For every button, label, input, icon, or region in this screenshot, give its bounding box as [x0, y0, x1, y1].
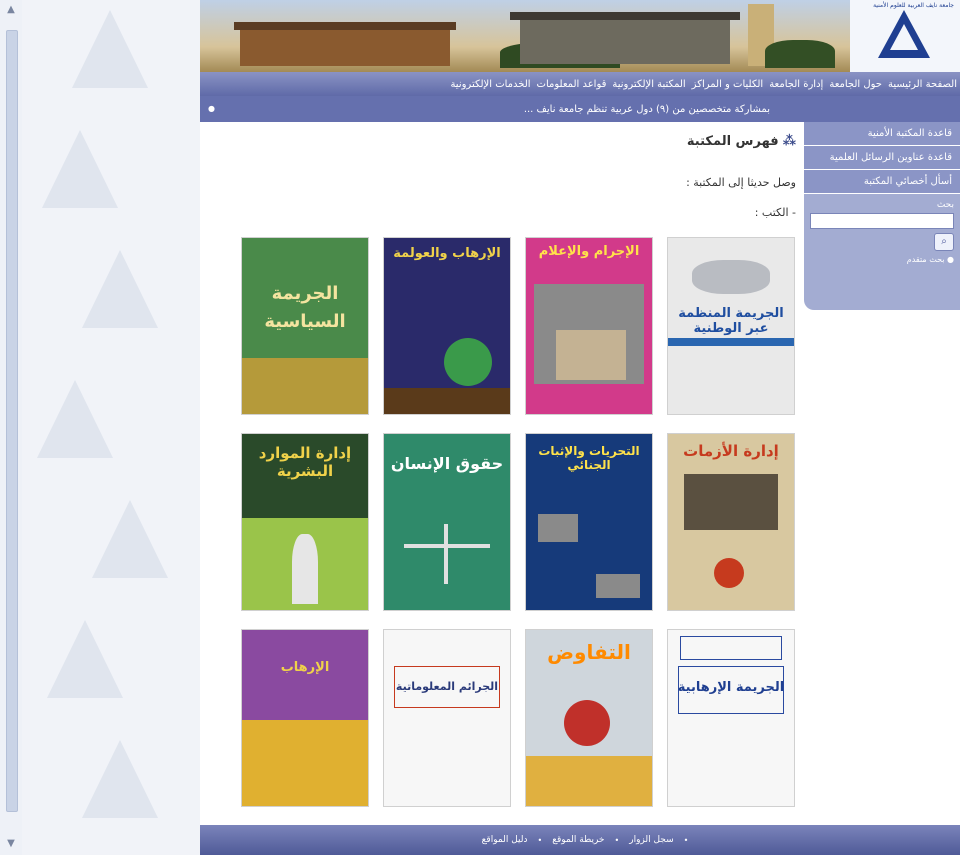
- search-input[interactable]: [810, 212, 954, 229]
- nav-item-home[interactable]: الصفحة الرئيسية: [885, 79, 960, 90]
- book-cover[interactable]: الجريمة الإرهابية: [668, 630, 794, 806]
- book-cover[interactable]: الإجرام والإعلام: [526, 238, 652, 414]
- page-title: ⁂فهرس المكتبة: [687, 134, 796, 149]
- book-title: الإرهاب والعولمة: [393, 246, 501, 261]
- sidebar-item-ask-librarian[interactable]: أسأل أخصائي المكتبة: [804, 170, 960, 194]
- bullet-icon: ●: [208, 104, 215, 113]
- header-banner: جامعة نايف العربية للعلوم الأمنية: [200, 0, 960, 72]
- book-cover[interactable]: الجريمة السياسية: [242, 238, 368, 414]
- book-title: الجريمة السياسية: [264, 283, 346, 332]
- logo[interactable]: جامعة نايف العربية للعلوم الأمنية: [850, 0, 960, 72]
- book-title: الإرهاب: [280, 660, 330, 675]
- book-title: الجريمة المنظمة عبر الوطنية: [678, 306, 784, 336]
- book-title: التحريات والإثبات الجنائي: [538, 444, 640, 472]
- book-cover[interactable]: إدارة الأزمات: [668, 434, 794, 610]
- logo-text: جامعة نايف العربية للعلوم الأمنية: [873, 2, 954, 9]
- book-cover[interactable]: الإرهاب: [242, 630, 368, 806]
- nav-item-about[interactable]: حول الجامعة: [826, 79, 885, 90]
- bullet-icon: •: [537, 835, 543, 845]
- books-label: - الكتب :: [754, 206, 796, 219]
- advanced-search-label: بحث متقدم: [906, 255, 945, 264]
- footer-link-directory[interactable]: دليل المواقع: [482, 835, 528, 845]
- building-image: [510, 12, 740, 64]
- book-title: الإجرام والإعلام: [538, 244, 640, 259]
- main-content: ⁂فهرس المكتبة وصل حديثا إلى المكتبة : - …: [200, 122, 804, 825]
- book-cover[interactable]: التفاوض: [526, 630, 652, 806]
- search-icon[interactable]: ⌕: [934, 233, 954, 251]
- book-title: إدارة الأزمات: [683, 442, 779, 460]
- scrollbar[interactable]: ▲ ▼: [0, 0, 23, 855]
- bullet-icon: •: [614, 835, 620, 845]
- building-image: [234, 22, 456, 66]
- advanced-search-link[interactable]: ● بحث متقدم: [810, 255, 954, 264]
- nav-item-administration[interactable]: إدارة الجامعة: [766, 79, 826, 90]
- nav-item-eservices[interactable]: الخدمات الإلكترونية: [447, 79, 533, 90]
- share-icon: ⁂: [782, 134, 796, 149]
- nav-item-databases[interactable]: قواعد المعلومات: [534, 79, 610, 90]
- footer-link-sitemap[interactable]: خريطة الموقع: [552, 835, 604, 845]
- sidebar: قاعدة المكتبة الأمنية قاعدة عناوين الرسا…: [804, 122, 960, 310]
- trees-image: [765, 40, 835, 68]
- bullet-icon: •: [683, 835, 689, 845]
- book-title: الجريمة الإرهابية: [677, 680, 785, 695]
- search-box: بحث ⌕ ● بحث متقدم: [804, 194, 960, 270]
- book-cover[interactable]: إدارة الموارد البشرية: [242, 434, 368, 610]
- scroll-down-icon[interactable]: ▼: [5, 838, 17, 850]
- book-title: التفاوض: [547, 640, 631, 664]
- book-title: إدارة الموارد البشرية: [258, 444, 352, 480]
- sidebar-item-security-library[interactable]: قاعدة المكتبة الأمنية: [804, 122, 960, 146]
- news-ticker: بمشاركة متخصصين من (٩) دول عربية تنظم جا…: [200, 96, 960, 122]
- book-cover[interactable]: التحريات والإثبات الجنائي: [526, 434, 652, 610]
- sidebar-item-theses[interactable]: قاعدة عناوين الرسائل العلمية: [804, 146, 960, 170]
- footer-link-guestbook[interactable]: سجل الزوار: [629, 835, 673, 845]
- book-cover[interactable]: الجريمة المنظمة عبر الوطنية: [668, 238, 794, 414]
- scroll-up-icon[interactable]: ▲: [5, 4, 17, 16]
- main-nav: الصفحة الرئيسية حول الجامعة إدارة الجامع…: [200, 72, 960, 96]
- search-label: بحث: [936, 200, 954, 210]
- book-cover[interactable]: الجرائم المعلوماتية: [384, 630, 510, 806]
- scroll-thumb[interactable]: [6, 30, 18, 812]
- background-pattern: [22, 0, 200, 855]
- book-cover[interactable]: حقوق الإنسان: [384, 434, 510, 610]
- university-logo-icon: [878, 10, 930, 58]
- page-title-text: فهرس المكتبة: [686, 134, 779, 149]
- nav-item-elibrary[interactable]: المكتبة الإلكترونية: [609, 79, 688, 90]
- ticker-text[interactable]: بمشاركة متخصصين من (٩) دول عربية تنظم جا…: [524, 104, 960, 115]
- book-title: حقوق الإنسان: [390, 454, 504, 473]
- footer: • سجل الزوار • خريطة الموقع • دليل الموا…: [200, 825, 960, 855]
- nav-item-colleges[interactable]: الكليات و المراكز: [689, 79, 767, 90]
- book-cover[interactable]: الإرهاب والعولمة: [384, 238, 510, 414]
- website: جامعة نايف العربية للعلوم الأمنية الصفحة…: [200, 0, 960, 855]
- book-title: الجرائم المعلوماتية: [395, 680, 499, 693]
- intro-text: وصل حديثا إلى المكتبة :: [686, 176, 796, 189]
